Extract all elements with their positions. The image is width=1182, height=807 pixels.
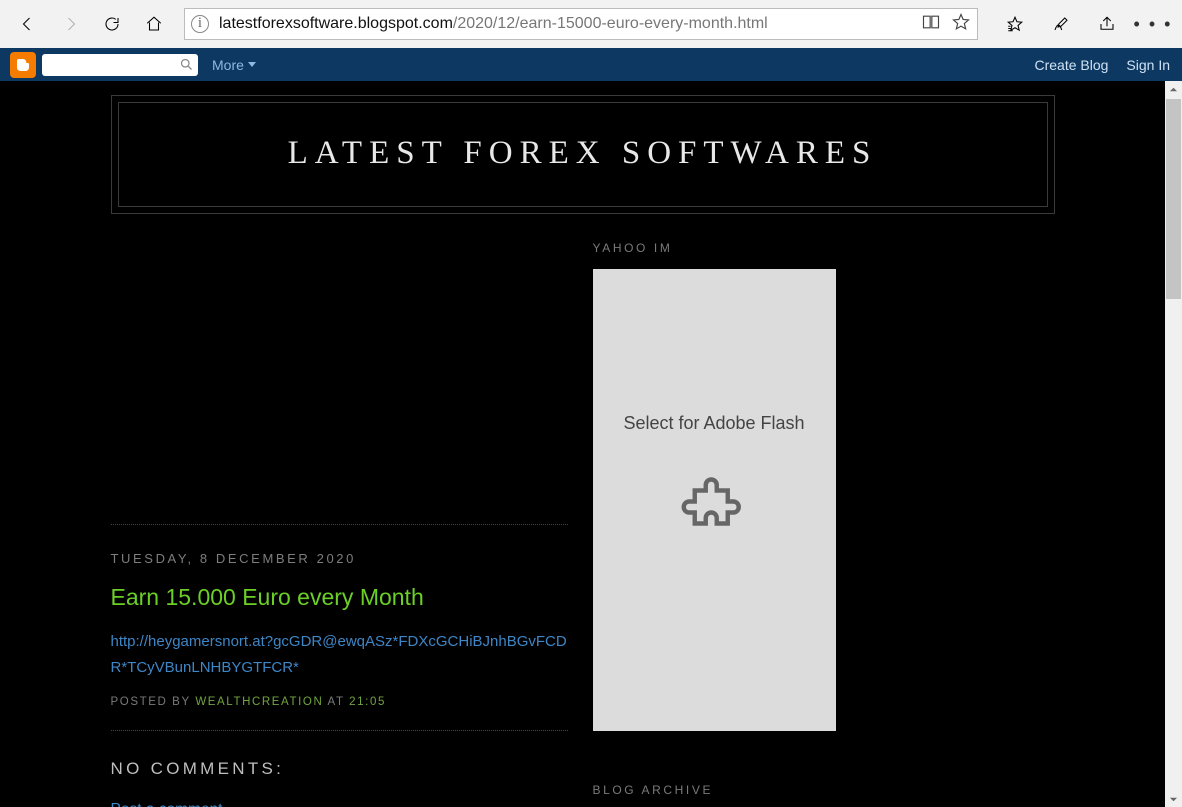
vertical-scrollbar[interactable] [1165, 81, 1182, 807]
more-menu-icon[interactable]: • • • [1132, 4, 1174, 44]
comments-heading: NO COMMENTS: [111, 759, 568, 779]
ad-placeholder [111, 241, 568, 524]
blogger-logo-icon[interactable] [10, 52, 36, 78]
back-button[interactable] [8, 4, 48, 44]
scroll-down-arrow[interactable] [1165, 791, 1182, 807]
share-icon[interactable] [1086, 4, 1128, 44]
post-date: TUESDAY, 8 DECEMBER 2020 [111, 551, 568, 566]
favorites-list-icon[interactable] [994, 4, 1036, 44]
url-text: latestforexsoftware.blogspot.com/2020/12… [219, 15, 913, 33]
notes-icon[interactable] [1040, 4, 1082, 44]
blogger-search-input[interactable] [42, 54, 198, 76]
create-blog-link[interactable]: Create Blog [1034, 57, 1108, 73]
sign-in-link[interactable]: Sign In [1126, 57, 1170, 73]
post-time-link[interactable]: 21:05 [349, 696, 386, 708]
home-button[interactable] [134, 4, 174, 44]
refresh-button[interactable] [92, 4, 132, 44]
search-icon [179, 57, 194, 72]
browser-toolbar: i latestforexsoftware.blogspot.com/2020/… [0, 0, 1182, 48]
scroll-thumb[interactable] [1166, 99, 1181, 299]
scroll-up-arrow[interactable] [1165, 81, 1182, 97]
favorite-star-icon[interactable] [951, 12, 971, 37]
blog-header: LATEST FOREX SOFTWARES [111, 95, 1055, 214]
post-author-link[interactable]: WEALTHCREATION [195, 696, 323, 708]
address-bar[interactable]: i latestforexsoftware.blogspot.com/2020/… [184, 8, 978, 40]
blogger-more-dropdown[interactable]: More [212, 57, 256, 73]
post-comment-link[interactable]: Post a comment [111, 801, 223, 807]
site-info-icon[interactable]: i [191, 15, 209, 33]
blogger-navbar: More Create Blog Sign In [0, 48, 1182, 81]
sidebar-archive-heading: BLOG ARCHIVE [593, 783, 1055, 797]
chevron-down-icon [248, 62, 256, 67]
post-body-link[interactable]: http://heygamersnort.at?gcGDR@ewqASz*FDX… [111, 629, 568, 682]
flash-placeholder[interactable]: Select for Adobe Flash [593, 269, 836, 731]
post-title[interactable]: Earn 15.000 Euro every Month [111, 584, 568, 611]
flash-message: Select for Adobe Flash [623, 413, 804, 434]
plugin-puzzle-icon [681, 474, 747, 540]
reading-view-icon[interactable] [921, 12, 941, 37]
sidebar-yahoo-heading: YAHOO IM [593, 241, 1055, 255]
post-meta: POSTED BY WEALTHCREATION AT 21:05 [111, 696, 568, 708]
blog-title[interactable]: LATEST FOREX SOFTWARES [129, 135, 1037, 172]
forward-button [50, 4, 90, 44]
page-content: LATEST FOREX SOFTWARES TUESDAY, 8 DECEMB… [0, 81, 1165, 807]
